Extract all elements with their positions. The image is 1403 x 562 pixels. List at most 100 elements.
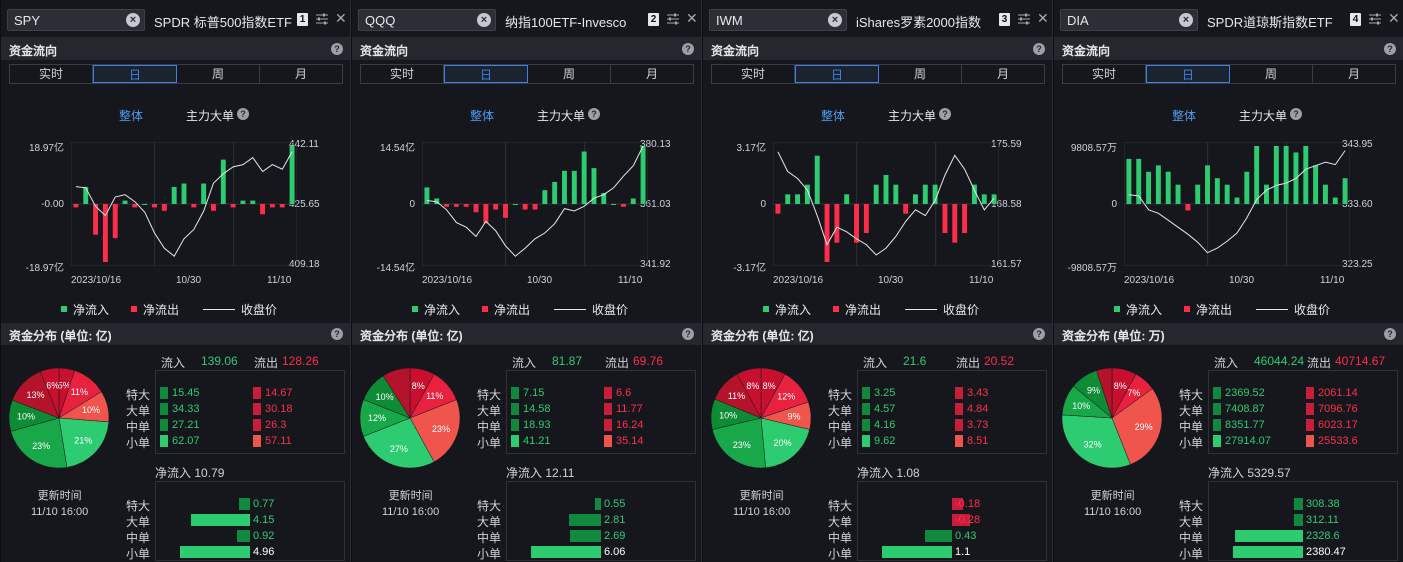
tab-2[interactable]: 周 bbox=[879, 65, 962, 83]
outflow-bar bbox=[1306, 419, 1314, 431]
legend-outflow-swatch bbox=[833, 305, 840, 312]
help-icon[interactable]: ? bbox=[1290, 108, 1302, 120]
net-row: 中单 0.92 bbox=[126, 528, 344, 545]
settings-sliders-icon[interactable] bbox=[1017, 12, 1031, 26]
ticker-input[interactable]: SPY × bbox=[7, 9, 145, 31]
help-icon[interactable]: ? bbox=[1033, 43, 1045, 55]
flow-row: 特大 15.45 14.67 bbox=[126, 385, 344, 402]
subtab-all[interactable]: 整体 bbox=[119, 107, 143, 124]
close-icon[interactable]: ✕ bbox=[1037, 10, 1049, 27]
tab-0[interactable]: 实时 bbox=[712, 65, 795, 83]
help-icon[interactable]: ? bbox=[331, 43, 343, 55]
close-icon[interactable]: ✕ bbox=[335, 10, 347, 27]
subtab-main[interactable]: 主力大单 bbox=[1239, 107, 1287, 124]
subtab-all[interactable]: 整体 bbox=[821, 107, 845, 124]
net-bar bbox=[1293, 498, 1303, 510]
tab-0[interactable]: 实时 bbox=[361, 65, 444, 83]
help-icon[interactable]: ? bbox=[939, 108, 951, 120]
section-title-dist: 资金分布 (单位: 亿) bbox=[711, 329, 814, 343]
help-icon[interactable]: ? bbox=[237, 108, 249, 120]
inflow-cell: 7408.87 bbox=[1225, 403, 1265, 415]
subtab-main[interactable]: 主力大单 bbox=[186, 107, 234, 124]
ticker-input[interactable]: QQQ × bbox=[358, 9, 496, 31]
net-inflow-line: 净流入 5329.57 bbox=[1208, 464, 1291, 481]
close-icon[interactable]: ✕ bbox=[1388, 10, 1400, 27]
x-label-mid: 10/30 bbox=[1229, 275, 1255, 286]
help-icon[interactable]: ? bbox=[588, 108, 600, 120]
tab-0[interactable]: 实时 bbox=[1063, 65, 1146, 83]
settings-sliders-icon[interactable] bbox=[315, 12, 329, 26]
net-row: 大单 2.81 bbox=[477, 512, 695, 529]
flow-bar bbox=[581, 151, 587, 204]
tab-2[interactable]: 周 bbox=[528, 65, 611, 83]
inflow-bar bbox=[862, 435, 870, 447]
update-time: 更新时间 11/10 16:00 bbox=[733, 488, 790, 520]
net-bar bbox=[1234, 530, 1303, 542]
panel-header: DIA × SPDR道琼斯指数ETF 4 ✕ bbox=[1054, 0, 1403, 38]
inflow-bar bbox=[511, 387, 519, 399]
subtab-all[interactable]: 整体 bbox=[470, 107, 494, 124]
settings-sliders-icon[interactable] bbox=[666, 12, 680, 26]
help-icon[interactable]: ? bbox=[682, 328, 694, 340]
pie-label: 10% bbox=[1072, 401, 1090, 411]
help-icon[interactable]: ? bbox=[682, 43, 694, 55]
help-icon[interactable]: ? bbox=[1033, 328, 1045, 340]
tab-3[interactable]: 月 bbox=[611, 65, 693, 83]
tab-2[interactable]: 周 bbox=[1230, 65, 1313, 83]
flow-bar bbox=[1234, 197, 1240, 204]
inflow-cell: 41.21 bbox=[523, 435, 551, 447]
tab-1[interactable]: 日 bbox=[93, 65, 177, 83]
close-icon[interactable]: ✕ bbox=[686, 10, 698, 27]
row-label: 大单 bbox=[1179, 404, 1204, 418]
clear-icon[interactable]: × bbox=[126, 13, 140, 27]
clear-icon[interactable]: × bbox=[477, 13, 491, 27]
tab-0[interactable]: 实时 bbox=[10, 65, 93, 83]
row-label: 小单 bbox=[477, 547, 502, 561]
outflow-label: 流出 bbox=[956, 356, 981, 370]
y-left-label: -9808.57万 bbox=[1067, 263, 1117, 274]
flow-bar bbox=[611, 204, 617, 205]
help-icon[interactable]: ? bbox=[1384, 328, 1396, 340]
subtab-main[interactable]: 主力大单 bbox=[888, 107, 936, 124]
tab-3[interactable]: 月 bbox=[260, 65, 342, 83]
y-left-label: -14.54亿 bbox=[376, 263, 415, 274]
flow-bar bbox=[493, 204, 499, 210]
row-label: 小单 bbox=[828, 547, 853, 561]
tab-1[interactable]: 日 bbox=[1146, 65, 1230, 83]
row-label: 大单 bbox=[126, 515, 151, 529]
flow-bar bbox=[640, 146, 646, 204]
flow-grid: 特大 7.15 6.6 大单 14.58 11.77 中单 18.93 16.24 小单 41.21… bbox=[477, 370, 696, 454]
tab-1[interactable]: 日 bbox=[795, 65, 879, 83]
tab-1[interactable]: 日 bbox=[444, 65, 528, 83]
clear-icon[interactable]: × bbox=[828, 13, 842, 27]
flow-bar bbox=[824, 204, 830, 262]
inflow-value: 139.06 bbox=[201, 354, 238, 368]
distribution-pie: 5% 11% 10% 21% 23% 10% 13% 6% bbox=[8, 367, 110, 469]
tab-3[interactable]: 月 bbox=[962, 65, 1044, 83]
net-bar bbox=[1233, 546, 1303, 558]
inflow-cell: 3.25 bbox=[874, 387, 896, 399]
help-icon[interactable]: ? bbox=[1384, 43, 1396, 55]
tab-3[interactable]: 月 bbox=[1313, 65, 1395, 83]
flow-row: 中单 18.93 16.24 bbox=[477, 417, 695, 434]
subtab-main[interactable]: 主力大单 bbox=[537, 107, 585, 124]
ticker-input[interactable]: IWM × bbox=[709, 9, 847, 31]
flow-bar bbox=[1332, 197, 1338, 204]
ticker-input[interactable]: DIA × bbox=[1060, 9, 1198, 31]
help-icon[interactable]: ? bbox=[331, 328, 343, 340]
panel-number-badge: 3 bbox=[999, 13, 1010, 26]
distribution-pie: 8% 11% 23% 27% 12% 10% bbox=[359, 367, 461, 469]
legend-inflow-label: 净流入 bbox=[73, 303, 110, 317]
subtab-all[interactable]: 整体 bbox=[1172, 107, 1196, 124]
settings-sliders-icon[interactable] bbox=[1368, 12, 1382, 26]
net-bar bbox=[569, 530, 601, 542]
flow-chart bbox=[70, 141, 298, 267]
tab-2[interactable]: 周 bbox=[177, 65, 260, 83]
clear-icon[interactable]: × bbox=[1179, 13, 1193, 27]
pie-label: 23% bbox=[32, 441, 50, 451]
outflow-cell: 6.6 bbox=[616, 387, 632, 399]
legend-close-swatch bbox=[203, 309, 236, 310]
flow-row: 中单 27.21 26.3 bbox=[126, 417, 344, 434]
panel-dia: DIA × SPDR道琼斯指数ETF 4 ✕ 资金流向? 实时日周月整体 主力大单? 9808.… bbox=[1054, 0, 1403, 562]
net-cell: 0.55 bbox=[604, 498, 626, 510]
